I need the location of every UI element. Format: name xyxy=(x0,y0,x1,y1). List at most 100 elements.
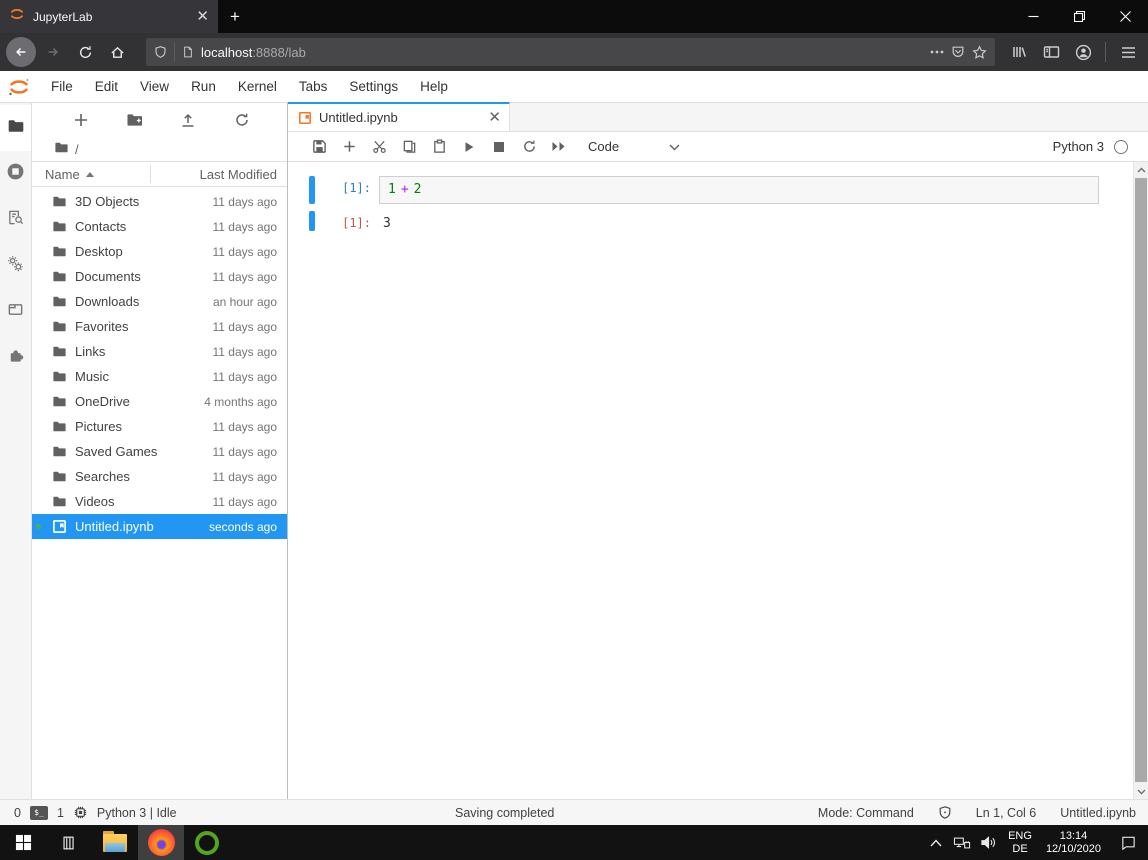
folder-icon xyxy=(51,394,67,410)
column-name[interactable]: Name xyxy=(32,167,94,182)
bookmark-star-icon[interactable] xyxy=(972,45,987,60)
menu-view[interactable]: View xyxy=(129,71,180,102)
menu-help[interactable]: Help xyxy=(409,71,459,102)
file-row[interactable]: Downloadsan hour ago xyxy=(32,289,287,314)
sidebar-tab-filebrowser[interactable] xyxy=(0,105,31,151)
window-minimize-button[interactable] xyxy=(1010,0,1056,33)
run-all-button[interactable] xyxy=(544,135,574,159)
address-bar[interactable]: localhost:8888/lab xyxy=(146,38,995,66)
file-explorer-button[interactable] xyxy=(92,825,138,860)
library-icon[interactable] xyxy=(1005,38,1033,66)
file-row[interactable]: Saved Games11 days ago xyxy=(32,439,287,464)
language-indicator[interactable]: ENG DE xyxy=(1001,830,1039,856)
task-view-button[interactable] xyxy=(46,825,92,860)
forward-button[interactable] xyxy=(38,37,68,67)
browser-tab[interactable]: JupyterLab ✕ xyxy=(0,0,218,33)
scroll-down-icon[interactable] xyxy=(1134,784,1148,799)
clock[interactable]: 13:14 12/10/2020 xyxy=(1039,830,1108,856)
sidebar-tab-inspector[interactable] xyxy=(0,243,31,289)
cell-type-dropdown[interactable]: Code xyxy=(588,139,680,154)
run-cell-button[interactable] xyxy=(454,135,484,159)
cut-cells-button[interactable] xyxy=(364,135,394,159)
kernel-name[interactable]: Python 3 xyxy=(1053,139,1104,154)
command-mode-indicator[interactable]: Mode: Command xyxy=(818,806,914,820)
sidebars-icon[interactable] xyxy=(1037,38,1065,66)
kernels-count[interactable]: 1 xyxy=(57,806,64,820)
folder-icon xyxy=(51,344,67,360)
file-row[interactable]: Searches11 days ago xyxy=(32,464,287,489)
menu-hamburger-icon[interactable] xyxy=(1114,38,1142,66)
new-tab-button[interactable]: + xyxy=(218,0,252,33)
volume-icon[interactable] xyxy=(975,825,1001,860)
new-folder-button[interactable] xyxy=(122,107,148,133)
statusbar-filename: Untitled.ipynb xyxy=(1060,806,1136,820)
page-actions-icon[interactable] xyxy=(930,50,944,54)
sidebar-tab-commands[interactable] xyxy=(0,197,31,243)
scrollbar-thumb[interactable] xyxy=(1135,178,1147,782)
sidebar-tab-extensions[interactable] xyxy=(0,335,31,381)
notebook-tab-title: Untitled.ipynb xyxy=(319,110,481,125)
back-button[interactable] xyxy=(6,37,36,67)
start-button[interactable] xyxy=(0,825,46,860)
notebook-scrollbar[interactable] xyxy=(1133,162,1148,799)
page-icon[interactable] xyxy=(182,45,194,59)
window-restore-button[interactable] xyxy=(1056,0,1102,33)
column-last-modified[interactable]: Last Modified xyxy=(200,167,287,182)
upload-button[interactable] xyxy=(175,107,201,133)
file-row[interactable]: Untitled.ipynbseconds ago xyxy=(32,514,287,539)
file-row[interactable]: Music11 days ago xyxy=(32,364,287,389)
file-row[interactable]: Favorites11 days ago xyxy=(32,314,287,339)
file-row[interactable]: Videos11 days ago xyxy=(32,489,287,514)
home-button[interactable] xyxy=(102,37,132,67)
interrupt-kernel-button[interactable] xyxy=(484,135,514,159)
kernel-chip-icon xyxy=(73,805,88,820)
cell-output[interactable]: [1]: 3 xyxy=(309,211,1099,231)
firefox-taskbar-button[interactable] xyxy=(138,825,184,860)
pocket-icon[interactable] xyxy=(951,45,965,59)
terminals-count[interactable]: 0 xyxy=(14,806,21,820)
notebook-tab[interactable]: Untitled.ipynb ✕ xyxy=(288,102,510,131)
green-ring-app-button[interactable] xyxy=(184,825,230,860)
restart-kernel-button[interactable] xyxy=(514,135,544,159)
cursor-position[interactable]: Ln 1, Col 6 xyxy=(976,806,1036,820)
save-button[interactable] xyxy=(304,135,334,159)
refresh-button[interactable] xyxy=(229,107,255,133)
file-row[interactable]: Desktop11 days ago xyxy=(32,239,287,264)
menu-run[interactable]: Run xyxy=(180,71,227,102)
notebook-tab-close-icon[interactable]: ✕ xyxy=(488,110,501,125)
file-row[interactable]: Pictures11 days ago xyxy=(32,414,287,439)
reload-button[interactable] xyxy=(70,37,100,67)
breadcrumb[interactable]: / xyxy=(32,137,287,161)
tab-close-icon[interactable]: ✕ xyxy=(196,9,209,24)
tray-expand-icon[interactable] xyxy=(923,825,949,860)
sidebar-tab-open-tabs[interactable] xyxy=(0,289,31,335)
code-editor[interactable]: 1+2 xyxy=(379,176,1099,204)
file-row[interactable]: OneDrive4 months ago xyxy=(32,389,287,414)
new-launcher-button[interactable] xyxy=(68,107,94,133)
menu-file[interactable]: File xyxy=(40,71,84,102)
menu-settings[interactable]: Settings xyxy=(338,71,409,102)
copy-cells-button[interactable] xyxy=(394,135,424,159)
action-center-icon[interactable] xyxy=(1108,825,1148,860)
breadcrumb-root[interactable]: / xyxy=(75,142,79,157)
tracking-shield-icon[interactable] xyxy=(154,45,167,59)
menu-tabs[interactable]: Tabs xyxy=(288,71,339,102)
account-icon[interactable] xyxy=(1069,38,1097,66)
paste-cells-button[interactable] xyxy=(424,135,454,159)
language-primary: ENG xyxy=(1008,830,1032,843)
code-cell[interactable]: [1]: 1+2 xyxy=(309,176,1099,204)
network-icon[interactable] xyxy=(949,825,975,860)
file-row[interactable]: Documents11 days ago xyxy=(32,264,287,289)
menu-edit[interactable]: Edit xyxy=(84,71,129,102)
sidebar-tab-running[interactable] xyxy=(0,151,31,197)
kernel-status-icon[interactable] xyxy=(1114,140,1128,154)
scroll-up-icon[interactable] xyxy=(1134,162,1148,177)
file-row[interactable]: Contacts11 days ago xyxy=(32,214,287,239)
window-close-button[interactable] xyxy=(1102,0,1148,33)
file-row[interactable]: Links11 days ago xyxy=(32,339,287,364)
file-row[interactable]: 3D Objects11 days ago xyxy=(32,189,287,214)
menu-kernel[interactable]: Kernel xyxy=(227,71,288,102)
kernel-status-text[interactable]: Python 3 | Idle xyxy=(97,806,177,820)
url-text[interactable]: localhost:8888/lab xyxy=(201,45,923,60)
add-cell-button[interactable] xyxy=(334,135,364,159)
